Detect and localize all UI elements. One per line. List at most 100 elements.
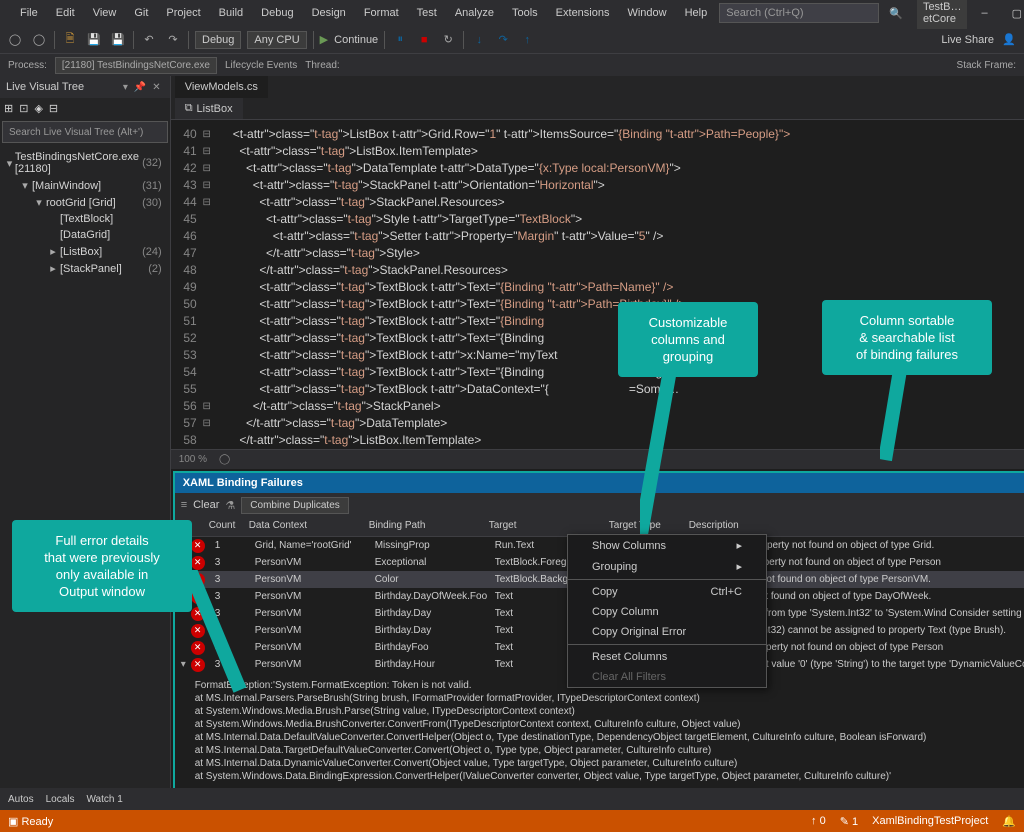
col-count: Count [205,517,245,536]
no-issues-icon: ◯ [219,454,230,465]
callout-mid: Customizablecolumns andgrouping [618,302,758,377]
status-tabs[interactable]: Autos Locals Watch 1 [0,788,1024,810]
tree-row[interactable]: ▾rootGrid [Grid](30) [4,194,166,211]
maximize-icon[interactable]: ▢ [1002,3,1024,24]
stop-icon[interactable]: ■ [415,31,433,49]
ctx-item: Clear All Filters [568,667,766,687]
combine-button[interactable]: Combine Duplicates [241,497,349,514]
tree-row[interactable]: ▾TestBindingsNetCore.exe [21180](32) [4,149,166,177]
lvt-pin-icon[interactable]: 📌 [131,82,149,93]
solution-button[interactable]: TestB…etCore [917,0,968,29]
menu-analyze[interactable]: Analyze [447,3,502,23]
sub-tab-1[interactable]: ⧉ListBox [175,98,243,119]
pause-icon[interactable]: ⏸ [391,31,409,49]
filter-icon[interactable]: ⚗ [225,499,235,512]
notifications-icon[interactable]: 🔔 [1002,815,1016,828]
step-over-icon[interactable]: ↷ [494,31,512,49]
user-icon[interactable]: 👤 [1000,31,1018,49]
stack-frame-label: Stack Frame: [957,60,1016,71]
menu-project[interactable]: Project [158,3,208,23]
live-share-button[interactable]: Live Share [941,34,994,46]
status-tab[interactable]: Watch 1 [86,794,122,805]
restart-icon[interactable]: ↻ [439,31,457,49]
lvt-options-icon[interactable]: ▾ [120,82,131,93]
global-search-input[interactable]: Search (Ctrl+Q) [719,3,879,23]
callout-left: Full error detailsthat were previouslyon… [12,520,192,612]
ctx-item[interactable]: CopyCtrl+C [568,582,766,602]
tree-row[interactable]: [DataGrid] [4,227,166,243]
menu-edit[interactable]: Edit [48,3,83,23]
editor-tab-bar: ViewModels.cs MainWindow.xaml ✕ [171,76,1024,98]
menu-window[interactable]: Window [619,3,674,23]
step-into-icon[interactable]: ↓ [470,31,488,49]
tree-row[interactable]: [TextBlock] [4,211,166,227]
ctx-item[interactable]: Show Columns▸ [568,535,766,556]
menu-extensions[interactable]: Extensions [548,3,618,23]
ctx-item[interactable]: Copy Column [568,602,766,622]
lvt-tool-icon[interactable]: ⊞ [2,100,15,117]
debug-process-bar: Process: [21180] TestBindingsNetCore.exe… [0,54,1024,76]
status-tab[interactable]: Locals [46,794,75,805]
thread-label: Thread: [305,60,339,71]
tab-viewmodels[interactable]: ViewModels.cs [175,76,268,98]
binding-title: XAML Binding Failures [183,477,303,489]
save-icon[interactable]: 💾 [85,31,103,49]
continue-label[interactable]: Continue [334,34,378,46]
ctx-item[interactable]: Reset Columns [568,647,766,667]
lvt-title: Live Visual Tree [6,81,84,93]
lvt-tree[interactable]: ▾TestBindingsNetCore.exe [21180](32)▾[Ma… [0,145,170,281]
process-select[interactable]: [21180] TestBindingsNetCore.exe [55,57,217,74]
menu-design[interactable]: Design [304,3,354,23]
context-menu[interactable]: Show Columns▸Grouping▸ CopyCtrl+CCopy Col… [567,534,767,688]
platform-select[interactable]: Any CPU [247,31,306,49]
upload-count: ↑ 0 [811,815,826,827]
undo-icon[interactable]: ↶ [140,31,158,49]
back-icon[interactable]: ◯ [6,31,24,49]
binding-error-detail: FormatException:'System.FormatException:… [175,673,1024,789]
menu-tools[interactable]: Tools [504,3,546,23]
clear-button[interactable]: Clear [193,499,219,511]
lvt-tool-icon[interactable]: ⊡ [17,100,30,117]
menu-git[interactable]: Git [126,3,156,23]
process-label: Process: [8,60,47,71]
lvt-tool-icon[interactable]: ◈ [32,100,44,117]
menu-format[interactable]: Format [356,3,407,23]
menu-view[interactable]: View [85,3,125,23]
project-name: XamlBindingTestProject [872,815,988,827]
menu-debug[interactable]: Debug [253,3,301,23]
lifecycle-events[interactable]: Lifecycle Events [225,60,297,71]
save-all-icon[interactable]: 💾 [109,31,127,49]
tree-row[interactable]: ▾[MainWindow](31) [4,177,166,194]
ctx-item[interactable]: Grouping▸ [568,556,766,577]
continue-button[interactable]: ▶ [320,33,328,46]
orange-status-bar: ▣ Ready ↑ 0 ✎ 1 XamlBindingTestProject 🔔 [0,810,1024,832]
minimize-icon[interactable]: – [971,3,997,23]
editor-sub-tab-bar: ⧉ListBox ⧉ListBox [171,98,1024,120]
open-icon[interactable]: 🗎 [61,31,79,49]
menu-bar: FileEditViewGitProjectBuildDebugDesignFo… [12,3,715,23]
callout-right: Column sortable& searchable listof bindi… [822,300,992,375]
lvt-close-icon[interactable]: ✕ [149,82,163,93]
menu-build[interactable]: Build [211,3,251,23]
col-context: Data Context [245,517,365,536]
menu-file[interactable]: File [12,3,46,23]
ready-label: ▣ Ready [8,815,53,828]
status-tab[interactable]: Autos [8,794,34,805]
lvt-tool-icon[interactable]: ⊟ [47,100,60,117]
config-select[interactable]: Debug [195,31,241,49]
lvt-header: Live Visual Tree ▾ 📌 ✕ [0,76,170,98]
ctx-item[interactable]: Copy Original Error [568,622,766,642]
step-out-icon[interactable]: ↑ [518,31,536,49]
search-icon[interactable]: 🔍 [883,7,909,20]
redo-icon[interactable]: ↷ [164,31,182,49]
zoom-level[interactable]: 100 % [179,454,207,465]
main-toolbar: ◯ ◯ 🗎 💾 💾 ↶ ↷ Debug Any CPU ▶ Continue ⏸… [0,26,1024,54]
menu-test[interactable]: Test [409,3,445,23]
lvt-search-input[interactable]: Search Live Visual Tree (Alt+') [2,121,168,143]
tree-row[interactable]: ▸[StackPanel](2) [4,260,166,277]
download-count: ✎ 1 [840,815,858,828]
lines-icon[interactable]: ≡ [181,499,187,511]
tree-row[interactable]: ▸[ListBox](24) [4,243,166,260]
forward-icon[interactable]: ◯ [30,31,48,49]
menu-help[interactable]: Help [677,3,716,23]
